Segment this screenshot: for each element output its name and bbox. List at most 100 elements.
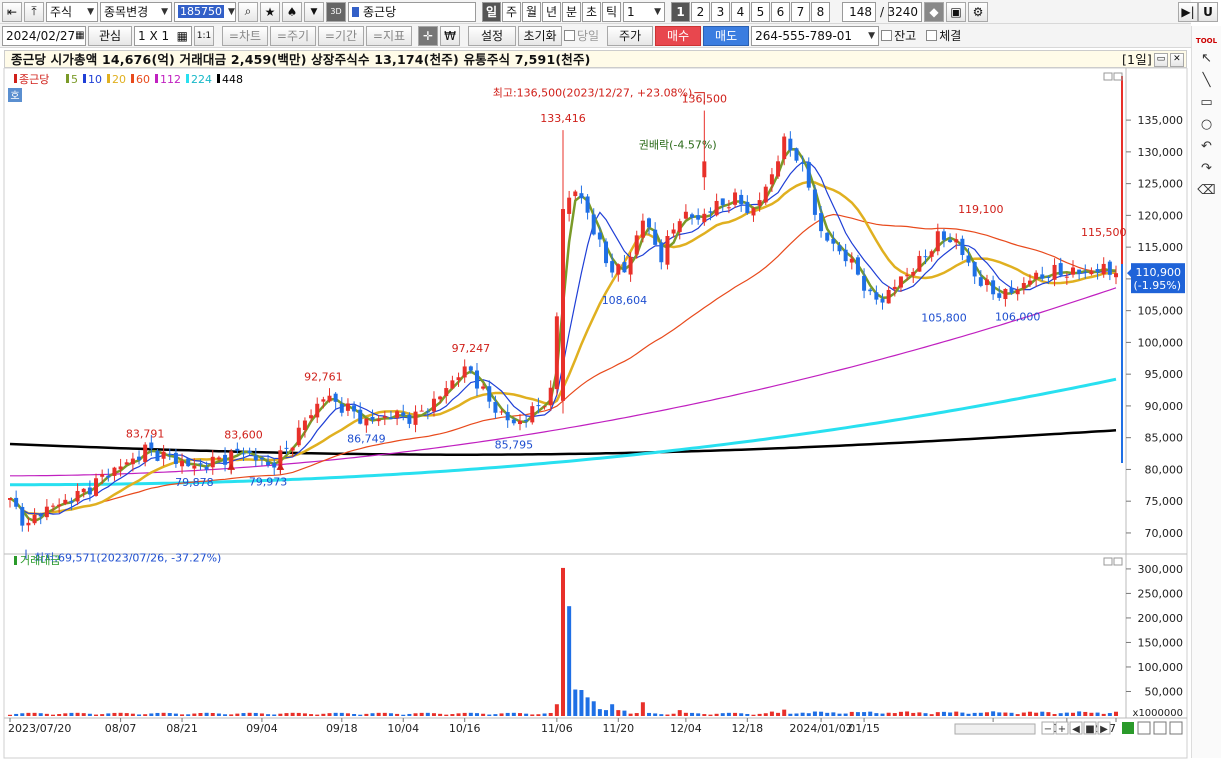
trough-label: 79,973 — [249, 476, 288, 489]
stock-name-field[interactable]: 종근당 — [348, 1, 476, 22]
volume-bar — [665, 714, 670, 716]
redo-icon[interactable]: ↷ — [1201, 159, 1212, 179]
chart-menu-button[interactable]: =차트 — [222, 25, 268, 46]
sell-button[interactable]: 매도 — [703, 25, 750, 46]
today-checkbox[interactable]: 당일 — [564, 27, 599, 44]
candle-body — [862, 275, 867, 291]
rectangle-icon[interactable]: ▭ — [1200, 93, 1212, 113]
search-icon[interactable]: ⌕ — [238, 1, 258, 22]
won-button[interactable]: ₩ — [440, 25, 460, 46]
volume-bar — [862, 712, 867, 716]
indicator-menu-button[interactable]: =주기 — [270, 25, 316, 46]
volume-bar — [487, 714, 492, 716]
close-icon[interactable]: ✕ — [1170, 52, 1184, 67]
page-button-2[interactable]: 2 — [691, 1, 710, 22]
candle-body — [487, 386, 492, 402]
volume-bar — [210, 712, 215, 716]
candle-body — [413, 411, 418, 425]
gear-icon[interactable]: ⚙ — [968, 1, 989, 22]
candle-body — [425, 411, 430, 413]
period-tab-3[interactable]: 년 — [542, 1, 561, 22]
candle-body — [1027, 280, 1032, 285]
crosshair-icon[interactable]: ✛ — [418, 25, 438, 46]
candle-body — [462, 366, 467, 378]
page-button-7[interactable]: 7 — [791, 1, 810, 22]
candle-body — [597, 232, 602, 240]
candle-body — [825, 232, 830, 241]
period-tab-1[interactable]: 주 — [502, 1, 521, 22]
line-icon[interactable]: ╲ — [1203, 71, 1211, 91]
layout-select[interactable]: 1 X 1 ▦ — [134, 25, 192, 46]
pointer-icon[interactable]: ↖ — [1201, 49, 1212, 69]
page-button-1[interactable]: 1 — [671, 1, 690, 22]
page-button-6[interactable]: 6 — [771, 1, 790, 22]
reset-button[interactable]: 초기화 — [518, 25, 562, 46]
page-button-8[interactable]: 8 — [811, 1, 830, 22]
user-button[interactable]: U — [1198, 2, 1218, 22]
period-tab-5[interactable]: 초 — [582, 1, 601, 22]
candle-body — [776, 161, 781, 177]
change-stock-select[interactable]: 종목변경 ▼ — [100, 1, 172, 22]
page-button-5[interactable]: 5 — [751, 1, 770, 22]
stock-chart[interactable]: 135,000130,000125,000120,000115,000110,0… — [0, 68, 1188, 760]
one-to-one-button[interactable]: 1:1 — [194, 25, 214, 46]
balance-checkbox[interactable]: 잔고 — [881, 27, 916, 44]
candle-body — [407, 414, 412, 424]
stock-code-value: 185750 — [178, 5, 224, 18]
date-value: 2024/02/27 — [6, 28, 76, 43]
page-button-4[interactable]: 4 — [731, 1, 750, 22]
chevron-down-icon[interactable]: ▼ — [304, 1, 324, 22]
buy-button[interactable]: 매수 — [655, 25, 702, 46]
market-select[interactable]: 주식 ▼ — [46, 1, 98, 22]
period-menu-button[interactable]: =기간 — [318, 25, 364, 46]
spade-icon[interactable]: ♠ — [282, 1, 302, 22]
price-button[interactable]: 주가 — [607, 25, 654, 46]
candle-body — [671, 229, 676, 234]
volume-bar — [929, 714, 934, 716]
panel-toggle-button[interactable]: ⇤ — [2, 1, 22, 22]
fill-checkbox[interactable]: 체결 — [926, 27, 961, 44]
undo-icon[interactable]: ↶ — [1201, 137, 1212, 157]
save-icon[interactable]: ▣ — [946, 1, 967, 22]
number-icon[interactable]: 3D — [326, 1, 346, 22]
volume-bar — [1095, 712, 1100, 716]
period-tab-4[interactable]: 분 — [562, 1, 581, 22]
candle-body — [468, 366, 473, 371]
candle-body — [44, 506, 49, 518]
count-input[interactable]: 148 — [842, 1, 876, 22]
index-menu-button[interactable]: =지표 — [366, 25, 412, 46]
volume-bar — [536, 714, 541, 716]
setting-button[interactable]: 설정 — [468, 25, 516, 46]
x-tick-label: 2023/07/20 — [8, 722, 71, 735]
zoom-icon[interactable]: ◆ — [924, 1, 945, 22]
candle-body — [20, 506, 25, 526]
eraser-icon[interactable]: ⌫ — [1197, 181, 1215, 201]
volume-bar — [444, 714, 449, 716]
volume-bar — [917, 712, 922, 716]
pin-button[interactable]: ⤒ — [24, 1, 44, 22]
watch-button[interactable]: 관심 — [88, 25, 132, 46]
volume-bar — [229, 714, 234, 716]
candle-body — [782, 136, 787, 160]
volume-bar — [57, 714, 62, 716]
period-tab-0[interactable]: 일 — [482, 1, 501, 22]
star-icon[interactable]: ★ — [260, 1, 280, 22]
candle-body — [1009, 287, 1014, 293]
interval-select[interactable]: 1 ▼ — [623, 1, 665, 22]
date-input[interactable]: 2024/02/27 ▦ — [2, 25, 86, 46]
volume-bar — [1064, 712, 1069, 716]
period-tab-2[interactable]: 월 — [522, 1, 541, 22]
account-select[interactable]: 264-555-789-01 ▼ — [751, 25, 880, 46]
volume-bar — [530, 714, 535, 716]
maximize-icon[interactable]: ▭ — [1154, 52, 1168, 67]
candle-body — [634, 235, 639, 255]
period-tab-6[interactable]: 틱 — [602, 1, 621, 22]
page-button-3[interactable]: 3 — [711, 1, 730, 22]
circle-icon[interactable]: ○ — [1201, 115, 1212, 135]
volume-bar — [38, 713, 43, 716]
candle-body — [456, 377, 461, 381]
side-toggle-button[interactable]: ▶| — [1178, 2, 1198, 22]
last-change-label: (-1.95%) — [1134, 279, 1182, 292]
stock-code-input[interactable]: 185750 ▼ — [174, 1, 236, 22]
candle-body — [235, 448, 240, 451]
